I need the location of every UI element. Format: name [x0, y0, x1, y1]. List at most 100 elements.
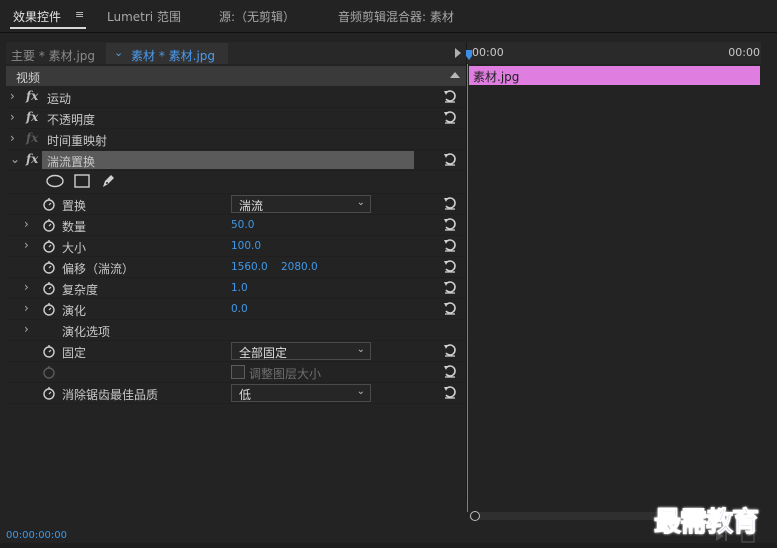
stopwatch-icon[interactable] [42, 386, 56, 400]
size-value[interactable]: 100.0 [231, 240, 261, 252]
fx-toggle-icon[interactable]: fx [26, 152, 38, 166]
sequence-clip-label[interactable]: 素材 * 素材.jpg [131, 47, 215, 64]
fx-toggle-icon[interactable]: fx [26, 89, 38, 103]
amount-value[interactable]: 50.0 [231, 219, 254, 231]
show-timeline-toggle-icon[interactable] [455, 48, 461, 58]
dropdown-value: 低 [239, 388, 252, 402]
reset-icon[interactable] [442, 258, 458, 274]
chevron-down-icon: ⌄ [356, 197, 365, 208]
param-row-evolution-options[interactable]: › 演化选项 [6, 320, 466, 341]
watermark-logo: 最需教育 [654, 507, 760, 539]
chevron-right-icon[interactable]: › [24, 322, 29, 336]
offset-y-value[interactable]: 2080.0 [281, 261, 318, 273]
reset-icon[interactable] [442, 195, 458, 211]
chevron-right-icon[interactable]: › [10, 89, 15, 103]
reset-icon[interactable] [442, 216, 458, 232]
param-row-amount: › 数量 50.0 [6, 215, 466, 236]
stopwatch-icon[interactable] [42, 260, 56, 274]
stopwatch-disabled-icon [43, 366, 55, 379]
dropdown-value: 湍流 [239, 199, 264, 213]
param-label: 演化 [62, 304, 87, 318]
param-row-complexity: › 复杂度 1.0 [6, 278, 466, 299]
stopwatch-icon[interactable] [42, 239, 56, 253]
pinning-dropdown[interactable]: 全部固定 ⌄ [231, 342, 371, 360]
mask-tools-row [6, 171, 466, 194]
active-tab-underline [10, 27, 86, 29]
evolution-value[interactable]: 0.0 [231, 303, 248, 315]
chevron-down-icon: ⌄ [356, 344, 365, 355]
reset-icon[interactable] [442, 342, 458, 358]
param-row-displace: 置换 湍流 ⌄ [6, 194, 466, 215]
master-clip-label[interactable]: 主要 * 素材.jpg [11, 47, 95, 64]
ellipse-mask-icon[interactable] [46, 174, 64, 188]
offset-x-value[interactable]: 1560.0 [231, 261, 268, 273]
reset-icon[interactable] [442, 88, 458, 104]
effect-name: 不透明度 [47, 113, 96, 127]
effect-row-opacity[interactable]: › fx 不透明度 [6, 108, 466, 129]
collapse-up-icon[interactable] [450, 72, 460, 78]
stopwatch-icon[interactable] [42, 281, 56, 295]
reset-icon[interactable] [442, 279, 458, 295]
effect-name: 运动 [47, 92, 72, 106]
reset-icon[interactable] [442, 384, 458, 400]
selected-effect-highlight [42, 151, 414, 169]
effect-properties-list: 视频 › fx 运动 › fx 不透明度 › fx 时间重映射 ⌄ fx 湍流置… [6, 66, 466, 404]
chevron-right-icon[interactable]: › [24, 217, 29, 231]
reset-icon[interactable] [442, 109, 458, 125]
timeline-ruler[interactable]: 00:00 00:00 [466, 42, 761, 64]
param-label: 演化选项 [62, 325, 111, 339]
stopwatch-icon[interactable] [42, 302, 56, 316]
param-row-evolution: › 演化 0.0 [6, 299, 466, 320]
chevron-down-icon: ⌄ [356, 386, 365, 397]
reset-icon[interactable] [442, 151, 458, 167]
tab-source[interactable]: 源:（无剪辑） [219, 8, 295, 25]
current-timecode[interactable]: 00:00:00:00 [6, 530, 67, 541]
rectangle-mask-icon[interactable] [74, 174, 90, 188]
chevron-right-icon[interactable]: › [10, 110, 15, 124]
effect-row-motion[interactable]: › fx 运动 [6, 87, 466, 108]
timeline-clip[interactable]: 素材.jpg [469, 66, 760, 85]
param-label: 固定 [62, 346, 87, 360]
chevron-right-icon[interactable]: › [10, 131, 15, 145]
ruler-start-time: 00:00 [472, 46, 504, 59]
timeline-clip-label: 素材.jpg [473, 70, 520, 84]
pen-mask-icon[interactable] [100, 173, 116, 189]
scroll-handle-icon[interactable] [470, 511, 480, 521]
fx-toggle-icon[interactable]: fx [26, 110, 38, 124]
effect-name: 湍流置换 [47, 155, 96, 169]
resize-layer-checkbox[interactable] [231, 365, 245, 379]
panel-tab-bar: 效果控件 ≡ Lumetri 范围 源:（无剪辑） 音频剪辑混合器: 素材 [0, 0, 777, 33]
reset-icon[interactable] [442, 363, 458, 379]
complexity-value[interactable]: 1.0 [231, 282, 248, 294]
chevron-down-icon[interactable]: ⌄ [10, 152, 20, 166]
effect-row-turbulent-displace[interactable]: ⌄ fx 湍流置换 [6, 150, 466, 171]
param-label: 消除锯齿最佳品质 [62, 388, 159, 402]
effect-row-time-remapping[interactable]: › fx 时间重映射 [6, 129, 466, 150]
tab-audio-clip-mixer[interactable]: 音频剪辑混合器: 素材 [338, 8, 454, 25]
playhead-line[interactable] [467, 64, 468, 512]
sequence-clip-selector[interactable]: ⌄ 素材 * 素材.jpg [106, 43, 228, 64]
param-row-antialiasing: 消除锯齿最佳品质 低 ⌄ [6, 383, 466, 404]
stopwatch-icon[interactable] [42, 197, 56, 211]
param-label: 偏移（湍流） [62, 262, 135, 276]
param-label: 置换 [62, 199, 87, 213]
video-section-header: 视频 [6, 66, 466, 86]
reset-icon[interactable] [442, 237, 458, 253]
tab-lumetri-scopes[interactable]: Lumetri 范围 [107, 8, 181, 25]
displace-dropdown[interactable]: 湍流 ⌄ [231, 195, 371, 213]
stopwatch-icon[interactable] [42, 218, 56, 232]
hamburger-menu-icon[interactable]: ≡ [75, 8, 84, 21]
chevron-right-icon[interactable]: › [24, 301, 29, 315]
param-row-resize-layer: 调整图层大小 [6, 362, 466, 383]
param-row-size: › 大小 100.0 [6, 236, 466, 257]
ruler-end-time: 00:00 [728, 46, 760, 59]
chevron-right-icon[interactable]: › [24, 280, 29, 294]
chevron-down-icon: ⌄ [114, 46, 124, 59]
antialiasing-dropdown[interactable]: 低 ⌄ [231, 384, 371, 402]
reset-icon[interactable] [442, 300, 458, 316]
dropdown-value: 全部固定 [239, 346, 288, 360]
clip-selector-bar: 主要 * 素材.jpg ⌄ 素材 * 素材.jpg [6, 42, 466, 64]
stopwatch-icon[interactable] [42, 344, 56, 358]
tab-effect-controls[interactable]: 效果控件 [13, 8, 61, 25]
chevron-right-icon[interactable]: › [24, 238, 29, 252]
